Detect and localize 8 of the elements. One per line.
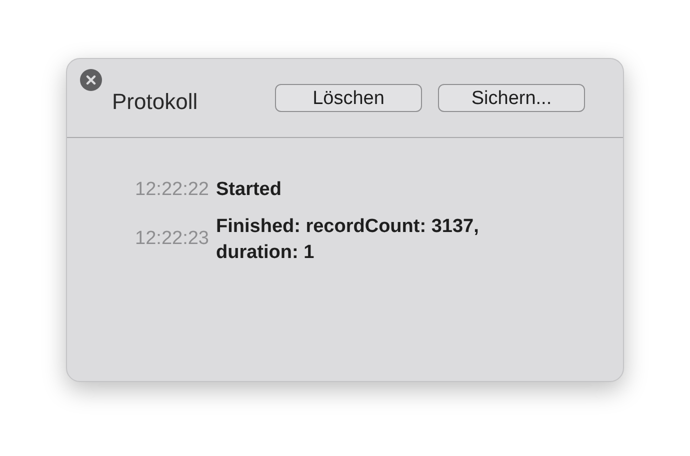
toolbar-button[interactable]: Sichern...: [438, 84, 585, 112]
log-message: Finished: recordCount: 3137, duration: 1: [216, 214, 480, 264]
log-time: 12:22:22: [134, 178, 209, 202]
window-title: Protokoll: [112, 88, 198, 116]
log-message: Started: [216, 178, 282, 202]
toolbar-button[interactable]: Löschen: [275, 84, 422, 112]
log-time: 12:22:23: [134, 227, 209, 252]
close-icon[interactable]: [80, 69, 102, 91]
